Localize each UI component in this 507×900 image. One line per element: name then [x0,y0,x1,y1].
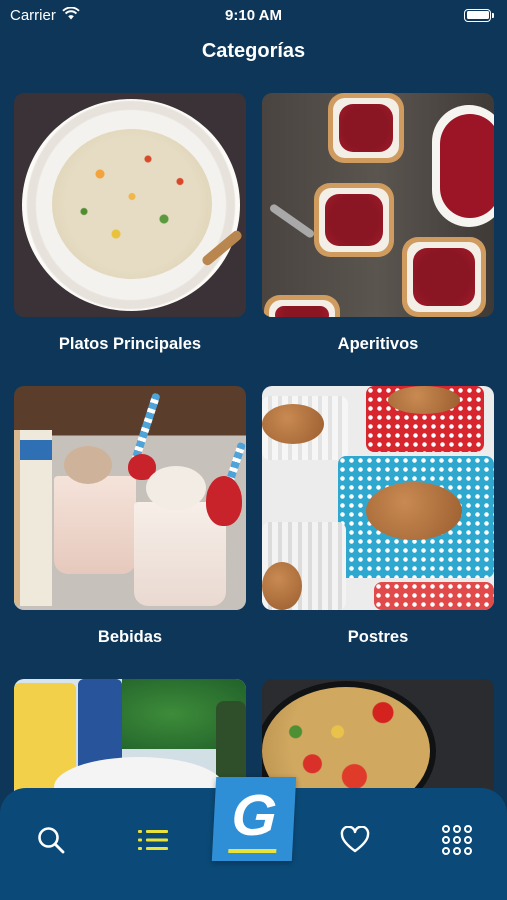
logo-underline [228,849,277,853]
status-left: Carrier [10,6,80,24]
category-image-bebidas [14,386,246,610]
list-icon [138,828,168,852]
category-card-aperitivos[interactable]: Aperitivos [262,93,494,355]
page-title: Categorías [201,40,306,62]
category-card-bebidas[interactable]: Bebidas [14,386,246,648]
category-card-postres[interactable]: Postres [262,386,494,648]
status-bar: Carrier 9:10 AM [0,0,507,30]
tab-search[interactable] [31,820,71,860]
tab-favorites[interactable] [335,820,375,860]
grid-icon [442,825,472,855]
tab-more[interactable] [437,820,477,860]
heart-icon [340,826,370,854]
carrier-label: Carrier [10,6,56,24]
category-label: Platos Principales [58,335,202,353]
category-image-postres [262,386,494,610]
search-icon [36,825,66,855]
category-label: Bebidas [97,628,163,646]
category-card-platos-principales[interactable]: Platos Principales [14,93,246,355]
category-label: Postres [347,628,409,646]
category-label: Aperitivos [337,335,419,353]
wifi-icon [62,6,80,24]
category-image-aperitivos [262,93,494,317]
goya-logo-button[interactable]: G [211,777,297,861]
category-image-platos-principales [14,93,246,317]
goya-logo-icon: G [229,783,279,848]
battery-icon [464,8,494,22]
tab-categories[interactable] [133,820,173,860]
